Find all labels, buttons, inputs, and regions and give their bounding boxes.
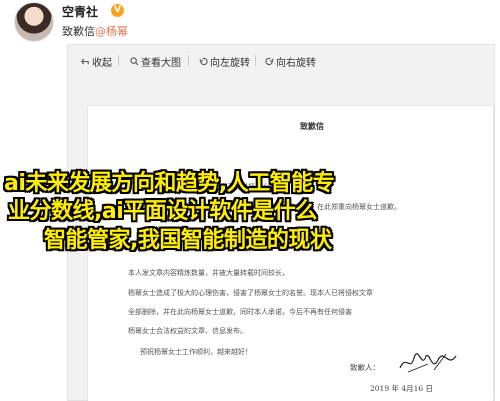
mention-link[interactable]: @杨幂: [95, 25, 128, 38]
rotate-left-icon: [198, 57, 208, 69]
rotate-right-icon: [264, 57, 274, 69]
account-name[interactable]: 空青社: [62, 3, 98, 20]
rotate-right-label: 向右旋转: [276, 58, 316, 69]
image-toolbar: 收起 查看大图 向左旋转 向右旋转: [68, 45, 494, 75]
letter-line: 本人发文章内容精炼数量，并被大量转载时间较长，: [128, 269, 289, 277]
verified-badge-icon: V: [111, 4, 124, 17]
view-large-label: 查看大图: [141, 58, 181, 69]
toolbar-divider: [118, 55, 119, 66]
letter-line: 全部删除，并在此向杨幂女士道歉，同时本人承诺，今后不再有任何侵害: [128, 308, 352, 316]
letter-date: 2019 年 4月16 日: [370, 384, 434, 393]
letter-line: 预祝杨幂女士工作顺利，越来越好！: [140, 348, 252, 356]
subtitle-text: 致歉信: [62, 25, 95, 38]
toolbar-divider: [188, 55, 189, 66]
overlay-caption-line-2: 业分数线,ai平面设计软件是什么: [8, 199, 317, 224]
search-icon: [129, 57, 139, 69]
back-arrow-icon: [80, 57, 90, 69]
avatar[interactable]: [14, 2, 54, 42]
rotate-right-button[interactable]: 向右旋转: [264, 54, 316, 69]
handwritten-signature: [399, 353, 457, 373]
rotate-left-button[interactable]: 向左旋转: [198, 54, 250, 69]
toolbar-divider: [255, 55, 256, 66]
letter-title: 致歉信: [300, 121, 324, 131]
post-subtitle: 致歉信@杨幂: [62, 23, 128, 39]
collapse-button[interactable]: 收起: [80, 54, 112, 69]
view-large-button[interactable]: 查看大图: [129, 54, 181, 69]
post-header: 空青社 V 致歉信@杨幂: [0, 0, 500, 44]
signature-label: 致歉人：: [350, 363, 380, 372]
overlay-caption-line-3: 智能管家,我国智能制造的现状: [44, 228, 332, 253]
letter-line: 杨幂女士造成了极大的心理伤害，侵害了杨幂女士的名誉。现本人已将侵权文章: [128, 289, 373, 297]
rotate-left-label: 向左旋转: [210, 58, 250, 69]
collapse-label: 收起: [92, 58, 112, 69]
letter-line: 杨幂女士合法权益的文章、信息发布。: [128, 327, 247, 335]
